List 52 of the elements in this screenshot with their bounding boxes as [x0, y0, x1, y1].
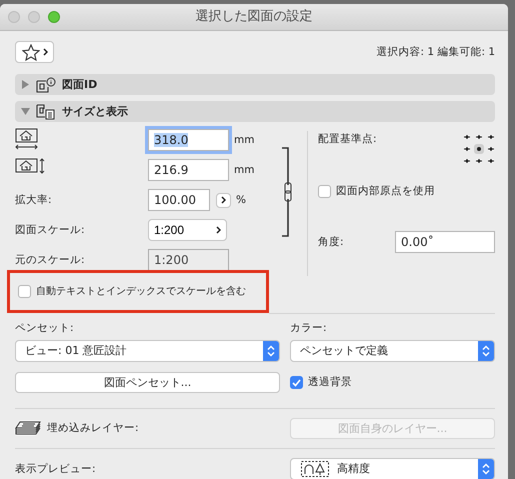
field-label: 図面スケール: [15, 224, 85, 236]
menu-button[interactable] [216, 192, 231, 208]
checkbox[interactable] [290, 376, 303, 389]
checkbox[interactable] [18, 285, 31, 298]
unit-label: mm [234, 134, 254, 146]
chain-link-icon [280, 147, 294, 237]
stepper-icon [478, 341, 494, 361]
zoom-button[interactable] [48, 11, 60, 23]
field-label: 角度: [318, 236, 344, 248]
checkbox-label: 透過背景 [308, 376, 352, 389]
width-icon [15, 126, 39, 150]
chevron-icon [221, 196, 226, 204]
unit-label: % [236, 194, 246, 206]
checkbox-label: 図面内部原点を使用 [336, 185, 435, 198]
section-header[interactable]: 図面ID [15, 74, 495, 95]
layers-icon [15, 420, 41, 438]
field-label: 拡大率: [15, 194, 52, 206]
section-title: 図面ID [62, 78, 98, 92]
field-label: カラー: [290, 321, 328, 336]
preview-quality-icon [301, 461, 329, 477]
angle-field[interactable]: 0.00˚ [395, 231, 495, 253]
favorites-button[interactable] [15, 41, 54, 63]
color-select[interactable]: ペンセットで定義 [290, 340, 495, 362]
field-label: 元のスケール: [15, 254, 85, 266]
drawing-info-icon [36, 76, 56, 92]
checkbox[interactable] [318, 185, 331, 198]
stepper-icon [263, 341, 279, 361]
drawing-list-icon [36, 104, 56, 120]
section-title: サイズと表示 [62, 104, 128, 118]
star-icon [22, 44, 40, 60]
preview-select[interactable]: 高精度 [290, 458, 495, 479]
width-field[interactable]: 318.0 [148, 129, 229, 151]
field-label: 埋め込みレイヤー: [47, 422, 139, 435]
selection-info: 選択内容: 1 編集可能: 1 [376, 46, 495, 58]
height-field[interactable]: 216.9 [148, 159, 229, 181]
close-button[interactable] [8, 11, 20, 23]
field-label: 表示プレビュー: [15, 462, 96, 476]
pen-set-button[interactable]: 図面ペンセット... [15, 372, 280, 393]
unit-label: mm [234, 164, 254, 176]
chevron-icon [42, 48, 48, 56]
anchor-point-icon[interactable] [463, 133, 495, 165]
window-title: 選択した図面の設定 [196, 9, 312, 24]
chevron-icon [216, 226, 221, 234]
field-label: 配置基準点: [318, 133, 377, 147]
pen-set-select[interactable]: ビュー: 01 意匠設計 [15, 340, 280, 362]
scale-popup[interactable]: 1:200 [148, 219, 227, 241]
checkbox-label: 自動テキストとインデックスでスケールを含む [36, 286, 246, 298]
magnification-field[interactable]: 100.00 [148, 189, 210, 211]
section-header[interactable]: サイズと表示 [15, 101, 495, 122]
field-label: ペンセット: [15, 321, 75, 336]
stepper-icon [478, 459, 494, 479]
minimize-button[interactable] [28, 11, 40, 23]
